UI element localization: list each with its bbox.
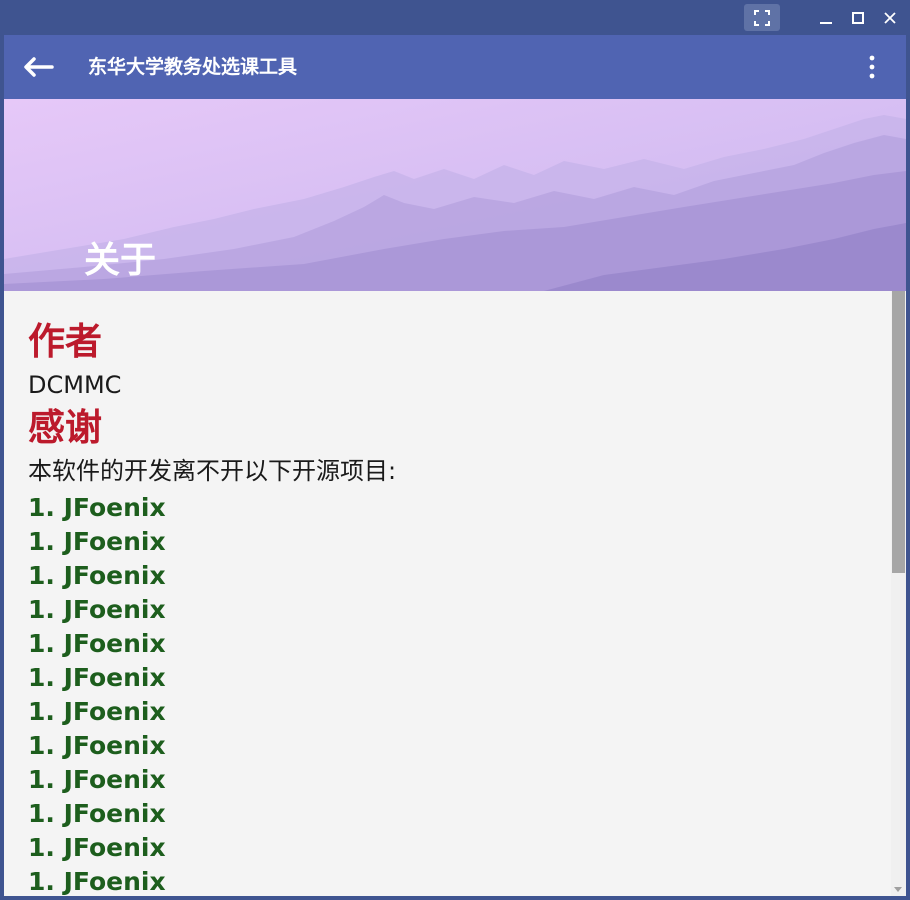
close-icon — [884, 11, 896, 24]
list-item[interactable]: 1. JFoenix — [28, 729, 878, 763]
list-item[interactable]: 1. JFoenix — [28, 695, 878, 729]
thanks-heading: 感谢 — [28, 406, 102, 449]
scroll-down-arrow-icon[interactable] — [894, 887, 902, 892]
thanks-text: 本软件的开发离不开以下开源项目: — [28, 457, 397, 485]
fullscreen-button[interactable] — [744, 4, 780, 31]
overflow-menu-button[interactable] — [856, 51, 888, 83]
list-item[interactable]: 1. JFoenix — [28, 831, 878, 865]
about-content: 作者 DCMMC 感谢 本软件的开发离不开以下开源项目: 1. JFoenix … — [4, 291, 891, 896]
back-button[interactable] — [18, 51, 58, 83]
maximize-icon — [852, 11, 864, 24]
author-heading: 作者 — [28, 320, 102, 363]
list-item[interactable]: 1. JFoenix — [28, 763, 878, 797]
list-item[interactable]: 1. JFoenix — [28, 593, 878, 627]
minimize-button[interactable] — [812, 4, 840, 31]
close-button[interactable] — [876, 4, 904, 31]
page-title: 关于 — [84, 240, 157, 281]
list-item[interactable]: 1. JFoenix — [28, 797, 878, 831]
app-window: 东华大学教务处选课工具 关于 作者 DCMMC 感谢 本软件的开发离不开以下开源… — [0, 0, 910, 900]
app-title: 东华大学教务处选课工具 — [88, 56, 298, 78]
app-toolbar: 东华大学教务处选课工具 — [4, 35, 906, 99]
scrollbar-thumb[interactable] — [892, 291, 905, 573]
list-item[interactable]: 1. JFoenix — [28, 525, 878, 559]
maximize-button[interactable] — [844, 4, 872, 31]
author-name: DCMMC — [28, 371, 122, 399]
list-item[interactable]: 1. JFoenix — [28, 865, 878, 896]
list-item[interactable]: 1. JFoenix — [28, 627, 878, 661]
list-item[interactable]: 1. JFoenix — [28, 559, 878, 593]
more-vertical-icon — [869, 55, 875, 79]
list-item[interactable]: 1. JFoenix — [28, 661, 878, 695]
fullscreen-icon — [754, 9, 770, 26]
content-scrollbar[interactable] — [891, 291, 906, 896]
arrow-left-icon — [24, 57, 54, 77]
window-title-bar — [0, 0, 910, 35]
list-item[interactable]: 1. JFoenix — [28, 491, 878, 525]
about-content-body: 作者 DCMMC 感谢 本软件的开发离不开以下开源项目: 1. JFoenix … — [28, 319, 878, 896]
project-list: 1. JFoenix 1. JFoenix 1. JFoenix 1. JFoe… — [28, 491, 878, 896]
header-banner: 关于 — [4, 99, 906, 291]
minimize-icon — [820, 21, 832, 24]
